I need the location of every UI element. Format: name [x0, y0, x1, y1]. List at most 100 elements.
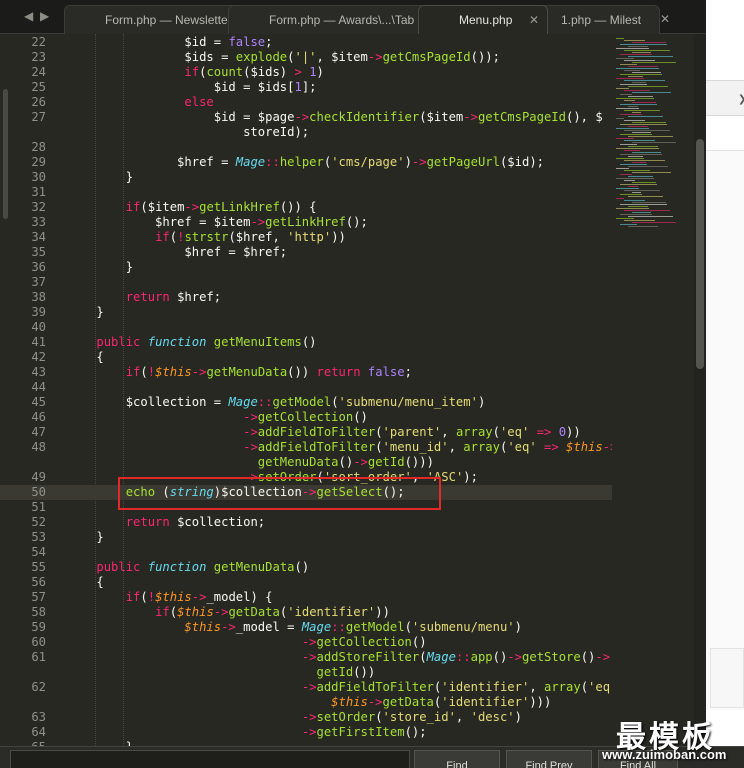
code-line[interactable]: 23 $ids = explode('|', $item->getCmsPage…: [0, 50, 612, 65]
code-line[interactable]: 26 else: [0, 95, 612, 110]
code-line[interactable]: 43 if(!$this->getMenuData()) return fals…: [0, 365, 612, 380]
code-text: $this->_model = Mage::getModel('submenu/…: [67, 620, 522, 635]
minimap-line: [620, 194, 642, 195]
code-line[interactable]: getMenuData()->getId())): [0, 455, 612, 470]
code-token: $href =: [67, 155, 236, 169]
find-input[interactable]: [10, 750, 410, 768]
code-line[interactable]: 61 ->addStoreFilter(Mage::app()->getStor…: [0, 650, 612, 665]
minimap-line: [632, 52, 651, 53]
code-line[interactable]: $this->getData('identifier'))): [0, 695, 612, 710]
code-line[interactable]: storeId);: [0, 125, 612, 140]
code-line[interactable]: 30 }: [0, 170, 612, 185]
code-token: return: [125, 515, 170, 529]
close-icon[interactable]: ✕: [529, 13, 539, 27]
tab-bar: ◀ ▶ Form.php — Newsletter\...\Tab Form.p…: [0, 0, 706, 34]
minimap-line: [616, 128, 649, 129]
code-line[interactable]: 62 ->addFieldToFilter ('identifier', arra…: [0, 680, 639, 695]
code-line[interactable]: 38 return $href;: [0, 290, 612, 305]
minimap-line: [616, 108, 639, 109]
code-token: ->: [301, 710, 317, 724]
code-line[interactable]: 58 if($this->getData('identifier')): [0, 605, 612, 620]
code-line[interactable]: 44: [0, 380, 612, 395]
minimap-line: [628, 106, 638, 107]
close-icon[interactable]: ✕: [660, 12, 670, 26]
code-line[interactable]: 36 }: [0, 260, 612, 275]
code-line[interactable]: 63 ->setOrder('store_id', 'desc'): [0, 710, 612, 725]
code-line[interactable]: 29 $href = Mage::helper('cms/page')->get…: [0, 155, 612, 170]
find-prev-button[interactable]: Find Prev: [506, 750, 592, 768]
code-token: _model) {: [206, 590, 273, 604]
minimap[interactable]: [612, 34, 694, 746]
line-number: 42: [31, 350, 46, 364]
code-line[interactable]: 52 return $collection;: [0, 515, 612, 530]
code-line[interactable]: 37: [0, 275, 612, 290]
code-line[interactable]: 59 $this->_model = Mage::getModel('subme…: [0, 620, 612, 635]
code-line[interactable]: 35 $href = $href;: [0, 245, 612, 260]
code-line[interactable]: 34 if(!strstr($href, 'http')): [0, 230, 612, 245]
minimap-line: [628, 176, 653, 177]
code-line[interactable]: 60 ->getCollection(): [0, 635, 612, 650]
code-line[interactable]: 22 $id = false;: [0, 35, 612, 50]
code-token: ): [477, 395, 486, 409]
code-line[interactable]: 42 {: [0, 350, 612, 365]
code-line[interactable]: 32 if($item->getLinkHref()) {: [0, 200, 612, 215]
code-line[interactable]: 45 $collection = Mage::getModel('submenu…: [0, 395, 612, 410]
code-line[interactable]: 53 }: [0, 530, 612, 545]
find-button[interactable]: Find: [414, 750, 500, 768]
line-number: 38: [31, 290, 46, 304]
code-line[interactable]: 27 $id = $page->checkIdentifier($item->g…: [0, 110, 612, 125]
line-number: 48: [31, 440, 46, 454]
minimap-line: [624, 90, 650, 91]
scrollbar-thumb[interactable]: [696, 139, 704, 369]
code-token: ()): [287, 365, 317, 379]
code-text: return $collection;: [67, 515, 265, 530]
code-line[interactable]: getId()): [0, 665, 612, 680]
code-line[interactable]: 64 ->getFirstItem();: [0, 725, 612, 740]
code-line[interactable]: 56 {: [0, 575, 612, 590]
forward-arrow-icon[interactable]: ▶: [40, 9, 49, 23]
code-line[interactable]: 28: [0, 140, 612, 155]
code-line[interactable]: 31: [0, 185, 612, 200]
code-line[interactable]: 48 ->addFieldToFilter('menu_id', array('…: [0, 440, 617, 455]
code-token: checkIdentifier: [309, 110, 420, 124]
minimap-line: [624, 100, 635, 101]
code-editor[interactable]: 22 $id = false; 23 $ids = explode('|', $i…: [0, 34, 706, 746]
tab-form-awards[interactable]: Form.php — Awards\...\Tab ✕: [228, 5, 438, 34]
tab-menu-php[interactable]: Menu.php ✕: [418, 5, 548, 34]
code-text: }: [67, 530, 103, 545]
code-token: false: [367, 365, 405, 379]
code-line[interactable]: 46 ->getCollection(): [0, 410, 612, 425]
code-line[interactable]: 55 public function getMenuData(): [0, 560, 612, 575]
minimap-line: [620, 44, 667, 45]
line-number: 59: [31, 620, 46, 634]
back-arrow-icon[interactable]: ◀: [24, 9, 33, 23]
minimap-line: [632, 172, 671, 173]
code-token: =>: [544, 440, 559, 454]
minimap-line: [628, 166, 668, 167]
code-token: ->: [184, 200, 200, 214]
background-panel: [706, 150, 744, 710]
vertical-scrollbar[interactable]: [694, 34, 706, 746]
code-line[interactable]: 39 }: [0, 305, 612, 320]
code-text: {: [67, 350, 103, 365]
code-line[interactable]: 54: [0, 545, 612, 560]
minimap-line: [628, 136, 673, 137]
highlight-annotation-box: [118, 477, 441, 510]
code-line[interactable]: 47 ->addFieldToFilter('parent', array('e…: [0, 425, 612, 440]
code-line[interactable]: 33 $href = $item->getLinkHref();: [0, 215, 612, 230]
code-line[interactable]: 40: [0, 320, 612, 335]
code-token: ());: [470, 50, 500, 64]
minimap-line: [628, 96, 653, 97]
code-line[interactable]: 25 $id = $ids[1];: [0, 80, 612, 95]
code-line[interactable]: 57 if(!$this->_model) {: [0, 590, 612, 605]
code-line[interactable]: 24 if(count($ids) > 1): [0, 65, 612, 80]
code-line[interactable]: 41 public function getMenuItems(): [0, 335, 612, 350]
code-token: (: [140, 590, 148, 604]
code-token: ();: [404, 725, 427, 739]
